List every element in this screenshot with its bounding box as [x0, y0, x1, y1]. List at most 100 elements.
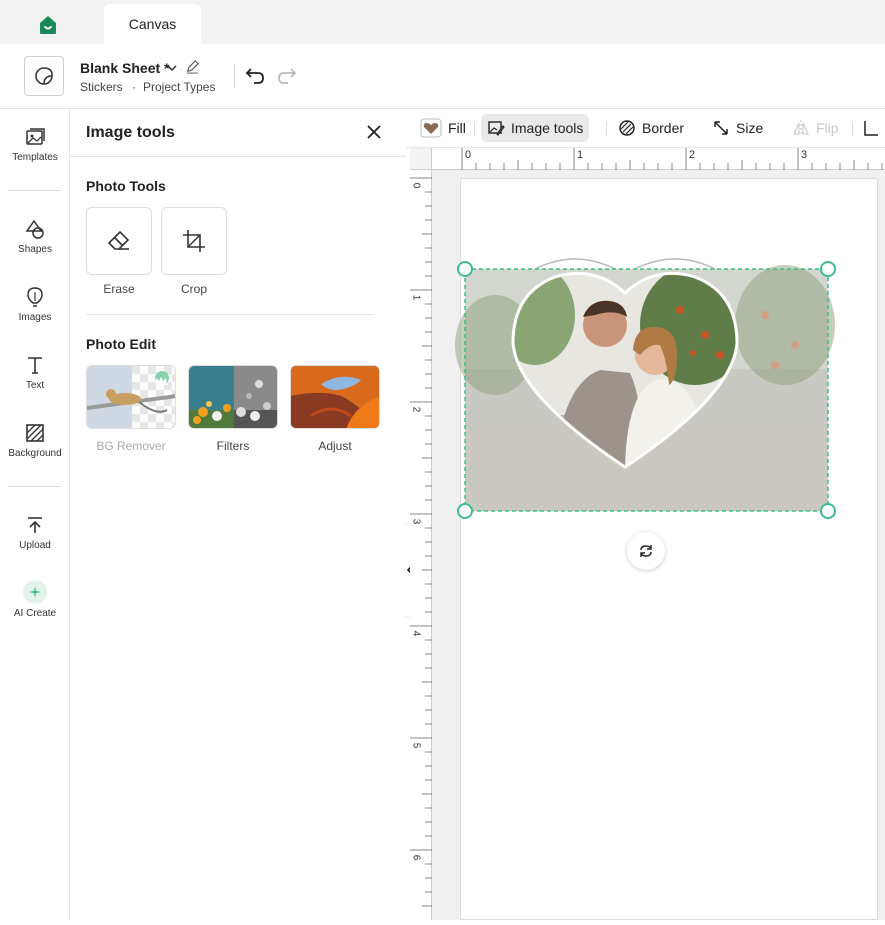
left-rail: Templates Shapes Images Text Background … [0, 110, 70, 920]
ruler-left-label: 3 [410, 518, 422, 525]
erase-label: Erase [103, 282, 135, 296]
breadcrumb-separator: · [132, 80, 136, 94]
filters-card[interactable] [188, 365, 278, 429]
crop-icon [183, 230, 205, 252]
image-tools-label: Image tools [511, 120, 584, 136]
ai-create-icon [23, 580, 47, 604]
home-icon[interactable] [36, 14, 60, 36]
ruler-left-label: 0 [410, 182, 422, 189]
size-label: Size [736, 120, 764, 136]
section-divider [86, 314, 374, 315]
rail-item-label: AI Create [13, 608, 57, 619]
ruler-top-label: 0 [465, 149, 472, 161]
project-header: Blank Sheet * Stickers · Project Types [0, 44, 885, 109]
selected-image[interactable] [455, 255, 840, 520]
rail-item-upload[interactable]: Upload [0, 514, 70, 551]
images-icon [27, 287, 43, 307]
filters-thumbnail [189, 366, 277, 428]
adjust-label: Adjust [318, 439, 352, 453]
pencil-icon[interactable] [185, 59, 200, 74]
ruler-top-label: 1 [577, 149, 584, 161]
rail-item-ai-create[interactable]: AI Create [0, 580, 70, 619]
background-icon [26, 424, 44, 442]
tab-canvas[interactable]: Canvas [104, 4, 201, 44]
image-tools-icon [488, 121, 505, 136]
tab-canvas-label: Canvas [128, 16, 177, 32]
resize-handle-top-right[interactable] [820, 261, 836, 277]
rotate-icon [640, 545, 652, 557]
erase-button[interactable] [86, 207, 152, 275]
rail-item-label: Shapes [18, 244, 52, 255]
breadcrumb-stickers[interactable]: Stickers [80, 80, 123, 94]
position-button[interactable] [862, 114, 884, 142]
flip-label: Flip [816, 120, 839, 136]
resize-icon [714, 121, 728, 135]
bg-remover-label: BG Remover [96, 439, 166, 453]
size-button[interactable]: Size [706, 114, 769, 142]
filters-label: Filters [216, 439, 250, 453]
fill-button[interactable]: Fill [414, 114, 472, 142]
fill-thumbnail-icon [420, 118, 442, 138]
rail-item-label: Images [18, 312, 52, 323]
project-title[interactable]: Blank Sheet * [80, 60, 169, 76]
border-button[interactable]: Border [612, 114, 690, 142]
ruler-top-label: 3 [801, 149, 808, 161]
ruler-top-label: 2 [689, 149, 696, 161]
crop-label: Crop [180, 282, 207, 296]
undo-icon[interactable] [244, 64, 266, 86]
flip-button[interactable]: Flip [786, 114, 845, 142]
image-tools-panel: Image tools Photo Tools Erase Crop Photo… [70, 110, 406, 920]
toolbar-divider [606, 122, 607, 136]
flip-icon [793, 120, 809, 136]
crop-button[interactable] [161, 207, 227, 275]
templates-icon [26, 128, 45, 145]
rail-item-label: Text [25, 380, 45, 391]
photo-tools-heading: Photo Tools [86, 178, 166, 194]
ruler-left-label: 1 [410, 294, 422, 301]
rail-item-label: Templates [12, 152, 58, 163]
panel-divider [70, 156, 406, 157]
image-tools-button[interactable]: Image tools [481, 114, 590, 142]
shapes-icon [25, 219, 44, 239]
close-icon[interactable] [364, 122, 384, 142]
project-type-button[interactable] [24, 56, 64, 96]
rail-item-text[interactable]: Text [0, 354, 70, 391]
adjust-card[interactable] [290, 365, 380, 429]
resize-handle-bottom-right[interactable] [820, 503, 836, 519]
sticker-icon [35, 67, 53, 85]
photo-edit-heading: Photo Edit [86, 336, 156, 352]
toolbar-divider [852, 122, 853, 136]
breadcrumb-project-types[interactable]: Project Types [143, 80, 215, 94]
rail-item-images[interactable]: Images [0, 286, 70, 323]
ruler-left-label: 6 [410, 854, 422, 861]
chevron-down-icon[interactable] [166, 62, 178, 74]
eraser-icon [107, 230, 130, 250]
bg-remover-card[interactable] [86, 365, 176, 429]
rail-item-background[interactable]: Background [0, 422, 70, 459]
align-icon [864, 121, 878, 136]
rotate-button[interactable] [627, 532, 665, 570]
resize-handle-bottom-left[interactable] [457, 503, 473, 519]
resize-handle-top-left[interactable] [457, 261, 473, 277]
header-divider [234, 64, 235, 88]
object-toolbar: Fill Image tools Border Size Flip [406, 110, 885, 148]
rail-item-label: Background [8, 448, 62, 459]
rail-item-templates[interactable]: Templates [0, 126, 70, 163]
redo-icon[interactable] [276, 64, 298, 86]
ruler-top: 0 1 2 3 [432, 148, 885, 170]
premium-crown-icon [154, 373, 168, 385]
panel-title: Image tools [86, 124, 175, 141]
ruler-left-label: 4 [410, 630, 422, 637]
rail-divider [8, 190, 61, 191]
adjust-thumbnail [291, 366, 379, 428]
ruler-left: 0 1 2 3 4 5 6 [410, 170, 432, 920]
rail-item-shapes[interactable]: Shapes [0, 218, 70, 255]
rail-divider [8, 486, 61, 487]
ruler-left-label: 2 [410, 406, 422, 413]
text-icon [28, 357, 42, 374]
ruler-left-label: 5 [410, 742, 422, 749]
toolbar-divider [474, 122, 475, 136]
rail-item-label: Upload [19, 540, 51, 551]
border-icon [619, 120, 635, 136]
border-label: Border [642, 120, 685, 136]
